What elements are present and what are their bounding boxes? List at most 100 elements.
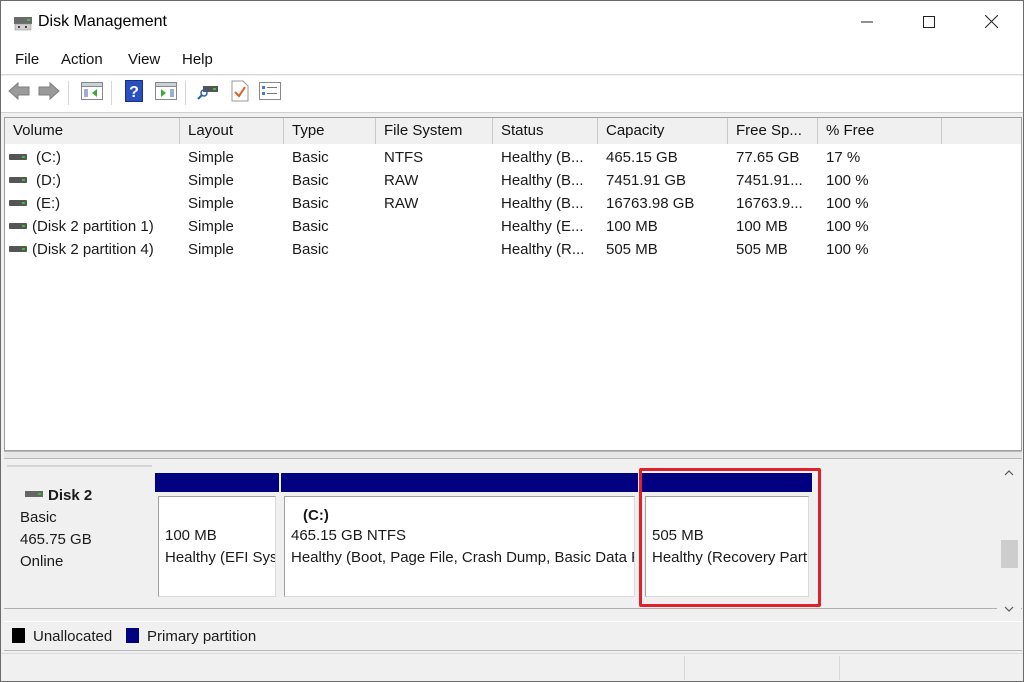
column-header-status[interactable]: Status <box>493 118 598 144</box>
partition-status: Healthy (EFI System Partition) <box>165 549 276 566</box>
partition-bar <box>281 473 638 492</box>
legend-unallocated: Unallocated <box>33 628 113 645</box>
menu-view[interactable]: View <box>128 51 160 68</box>
cell-free: 505 MB <box>736 241 788 258</box>
column-header-volume[interactable]: Volume <box>5 118 180 144</box>
cell-capacity: 465.15 GB <box>606 149 678 166</box>
volume-row[interactable]: (Disk 2 partition 1) Simple Basic Healthy (… <box>5 215 1021 238</box>
maximize-icon <box>923 15 935 32</box>
column-header-percent-free[interactable]: % Free <box>818 118 942 144</box>
toolbar-separator <box>68 81 69 105</box>
column-header-free-space[interactable]: Free Sp... <box>728 118 818 144</box>
cell-status: Healthy (B... <box>501 172 584 189</box>
show-hide-console-tree-button[interactable] <box>79 80 105 106</box>
cell-fs: RAW <box>384 172 419 189</box>
toolbar-separator <box>185 81 186 105</box>
cell-free: 77.65 GB <box>736 149 800 166</box>
disk-info-panel[interactable]: Disk 2 Basic 465.75 GB Online <box>7 465 152 605</box>
back-button[interactable] <box>6 80 32 106</box>
partition-c[interactable]: (C:) 465.15 GB NTFS Healthy (Boot, Page … <box>281 473 638 600</box>
settings-list-button[interactable] <box>257 80 283 106</box>
cell-layout: Simple <box>188 195 234 212</box>
disk-state: Online <box>20 553 64 570</box>
legend: Unallocated Primary partition <box>4 621 1022 651</box>
volume-icon <box>9 246 27 252</box>
volume-row[interactable]: (E:) Simple Basic RAW Healthy (B... 16763.98 … <box>5 192 1021 215</box>
partition-body: (C:) 465.15 GB NTFS Healthy (Boot, Page … <box>284 496 635 597</box>
minimize-icon <box>861 15 873 32</box>
partition-size: 505 MB <box>652 527 704 544</box>
title-bar: Disk Management <box>1 1 1023 45</box>
volume-icon <box>9 223 27 229</box>
disk-icon <box>25 491 43 497</box>
primary-partition-swatch <box>126 628 139 643</box>
cell-free: 100 MB <box>736 218 788 235</box>
maximize-button[interactable] <box>899 1 959 45</box>
cell-volume: (E:) <box>36 195 61 212</box>
volume-row[interactable]: (D:) Simple Basic RAW Healthy (B... 7451.91 G… <box>5 169 1021 192</box>
help-button[interactable]: ? <box>121 80 147 106</box>
legend-primary-partition: Primary partition <box>147 628 257 645</box>
properties-button[interactable] <box>227 80 253 106</box>
partition-size: 465.15 GB NTFS <box>291 527 407 544</box>
console-tree-icon <box>81 82 103 104</box>
help-icon: ? <box>125 80 143 106</box>
partition-recovery[interactable]: 505 MB Healthy (Recovery Partition) <box>642 473 812 600</box>
menu-file[interactable]: File <box>15 51 39 68</box>
partition-efi[interactable]: 100 MB Healthy (EFI System Partition) <box>155 473 279 600</box>
close-button[interactable] <box>961 1 1021 45</box>
svg-text:?: ? <box>129 84 139 101</box>
scroll-up-button[interactable] <box>997 461 1021 483</box>
cell-layout: Simple <box>188 218 234 235</box>
cell-capacity: 100 MB <box>606 218 658 235</box>
cell-type: Basic <box>292 172 329 189</box>
connect-disk-button[interactable] <box>195 80 221 106</box>
partition-bar <box>155 473 279 492</box>
menu-bar: File Action View Help <box>1 45 1023 75</box>
cell-capacity: 7451.91 GB <box>606 172 687 189</box>
disk-size: 465.75 GB <box>20 531 92 548</box>
partition-status: Healthy (Boot, Page File, Crash Dump, Ba… <box>291 549 634 566</box>
column-header-file-system[interactable]: File System <box>376 118 493 144</box>
scroll-down-button[interactable] <box>997 597 1021 619</box>
cell-volume: (D:) <box>36 172 61 189</box>
status-separator <box>839 656 840 680</box>
cell-layout: Simple <box>188 241 234 258</box>
column-header-type[interactable]: Type <box>284 118 376 144</box>
volume-icon <box>9 177 27 183</box>
cell-fs: NTFS <box>384 149 424 166</box>
back-arrow-icon <box>7 81 31 105</box>
cell-type: Basic <box>292 218 329 235</box>
partition-size: 100 MB <box>165 527 217 544</box>
minimize-button[interactable] <box>837 1 897 45</box>
cell-pct-free: 100 % <box>826 218 869 235</box>
cell-type: Basic <box>292 195 329 212</box>
cell-layout: Simple <box>188 172 234 189</box>
menu-action[interactable]: Action <box>61 51 103 68</box>
scroll-thumb[interactable] <box>1001 540 1018 568</box>
volume-row[interactable]: (C:) Simple Basic NTFS Healthy (B... 465.15 G… <box>5 146 1021 169</box>
menu-help[interactable]: Help <box>182 51 213 68</box>
column-header-layout[interactable]: Layout <box>180 118 284 144</box>
status-separator <box>684 656 685 680</box>
cell-volume: (C:) <box>36 149 61 166</box>
status-bar <box>1 653 1023 681</box>
list-settings-icon <box>259 82 281 104</box>
cell-status: Healthy (E... <box>501 218 584 235</box>
forward-arrow-icon <box>37 81 61 105</box>
pane-splitter[interactable] <box>4 451 1022 459</box>
show-hide-action-pane-button[interactable] <box>153 80 179 106</box>
cell-pct-free: 100 % <box>826 241 869 258</box>
volume-row[interactable]: (Disk 2 partition 4) Simple Basic Healthy (… <box>5 238 1021 261</box>
column-header-capacity[interactable]: Capacity <box>598 118 728 144</box>
unallocated-swatch <box>12 628 25 643</box>
cell-fs: RAW <box>384 195 419 212</box>
cell-type: Basic <box>292 241 329 258</box>
close-icon <box>984 14 998 32</box>
vertical-scrollbar[interactable] <box>997 459 1021 612</box>
window-title: Disk Management <box>38 13 167 30</box>
forward-button[interactable] <box>36 80 62 106</box>
chevron-down-icon <box>1004 601 1014 615</box>
disk-type: Basic <box>20 509 57 526</box>
partition-body: 505 MB Healthy (Recovery Partition) <box>645 496 809 597</box>
